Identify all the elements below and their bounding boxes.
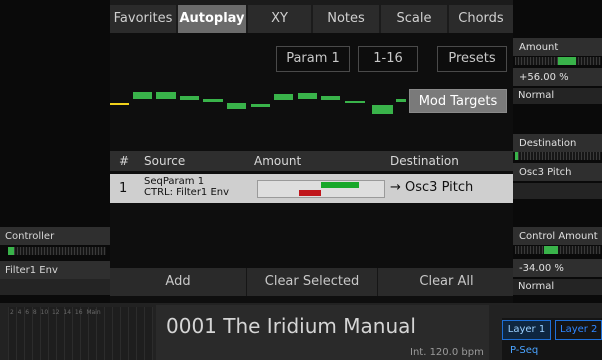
tab-bar: Favorites Autoplay XY Notes Scale Chords [110, 5, 513, 33]
controller-meter [8, 247, 106, 255]
control-amount-mode[interactable]: Normal [513, 279, 602, 295]
step-8[interactable] [298, 93, 317, 99]
preset-title: 0001 The Iridium Manual [166, 314, 416, 338]
amount-meter-fill [558, 57, 576, 65]
step-2[interactable] [156, 92, 176, 99]
layer-2-button[interactable]: Layer 2 [555, 320, 602, 340]
preset-display[interactable]: 0001 The Iridium Manual Int. 120.0 bpm [156, 305, 489, 360]
header-index: # [119, 154, 130, 168]
tab-chords[interactable]: Chords [449, 5, 513, 33]
step-1[interactable] [133, 92, 152, 99]
mixer-meter-labels: 2 4 6 8 10 12 14 16 Main [10, 309, 101, 316]
param-select-button[interactable]: Param 1 [276, 46, 350, 72]
tempo-readout[interactable]: Int. 120.0 bpm [410, 347, 484, 358]
tab-scale[interactable]: Scale [381, 5, 447, 33]
add-button[interactable]: Add [112, 268, 244, 296]
control-amount-value[interactable]: -34.00 % [513, 259, 602, 277]
tab-notes[interactable]: Notes [313, 5, 379, 33]
controller-label: Controller [0, 227, 110, 245]
header-destination: Destination [390, 154, 459, 168]
mod-targets-button[interactable]: Mod Targets [409, 89, 507, 113]
header-source: Source [144, 154, 186, 168]
control-amount-meter-fill [544, 246, 558, 254]
destination-value[interactable]: Osc3 Pitch [513, 163, 602, 181]
controller-value[interactable]: Filter1 Env [0, 261, 110, 279]
row-index: 1 [119, 181, 128, 196]
tab-xy[interactable]: XY [248, 5, 311, 33]
step-11[interactable] [372, 105, 393, 114]
layer-1-button[interactable]: Layer 1 [502, 320, 551, 340]
clear-selected-button[interactable]: Clear Selected [246, 268, 378, 296]
step-range-button[interactable]: 1-16 [358, 46, 418, 72]
amount-label: Amount [513, 38, 602, 56]
row-source-line1: SeqParam 1 [144, 176, 205, 187]
destination-meter [515, 152, 601, 160]
left-panel: Controller Filter1 Env [0, 0, 110, 303]
presets-button[interactable]: Presets [437, 46, 507, 72]
action-bar: Add Clear Selected Clear All [110, 268, 513, 296]
right-panel: Amount +56.00 % Normal Destination Osc3 … [513, 0, 602, 303]
amount-positive-fill [321, 182, 359, 188]
layer-panel: Layer 1 Layer 2 P-Seq [502, 318, 602, 360]
table-row[interactable]: 1 SeqParam 1 CTRL: Filter1 Env → Osc3 Pi… [110, 174, 513, 203]
control-amount-meter[interactable] [515, 246, 601, 254]
step-12[interactable] [396, 99, 406, 102]
step-playhead [110, 103, 129, 105]
step-10[interactable] [345, 101, 365, 103]
mod-table-header: # Source Amount Destination [110, 151, 513, 171]
step-7[interactable] [274, 94, 293, 100]
controller-meter-fill [8, 247, 14, 255]
tab-autoplay[interactable]: Autoplay [178, 5, 246, 33]
amount-meter[interactable] [515, 57, 601, 65]
main-panel: Param 1 1-16 Presets Mod Targets # Sourc… [110, 33, 513, 303]
header-amount: Amount [254, 154, 302, 168]
row-destination: → Osc3 Pitch [390, 180, 474, 195]
step-6[interactable] [251, 104, 270, 107]
step-5[interactable] [227, 103, 246, 109]
row-source-line2: CTRL: Filter1 Env [144, 187, 230, 198]
destination-label: Destination [513, 134, 602, 152]
control-amount-negative-fill [299, 190, 321, 196]
control-amount-label: Control Amount [513, 227, 602, 245]
controller-field[interactable] [0, 279, 110, 295]
amount-mode[interactable]: Normal [513, 88, 602, 104]
mixer-meters[interactable]: 2 4 6 8 10 12 14 16 Main [8, 307, 153, 360]
amount-value[interactable]: +56.00 % [513, 68, 602, 86]
destination-field[interactable] [513, 183, 602, 199]
step-3[interactable] [180, 96, 199, 100]
destination-meter-fill [515, 152, 518, 160]
step-4[interactable] [203, 99, 223, 102]
layer-source-label: P-Seq [510, 345, 539, 356]
tab-favorites[interactable]: Favorites [110, 5, 176, 33]
clear-all-button[interactable]: Clear All [380, 268, 513, 296]
step-9[interactable] [321, 96, 340, 100]
row-amount-bar[interactable] [257, 180, 385, 198]
